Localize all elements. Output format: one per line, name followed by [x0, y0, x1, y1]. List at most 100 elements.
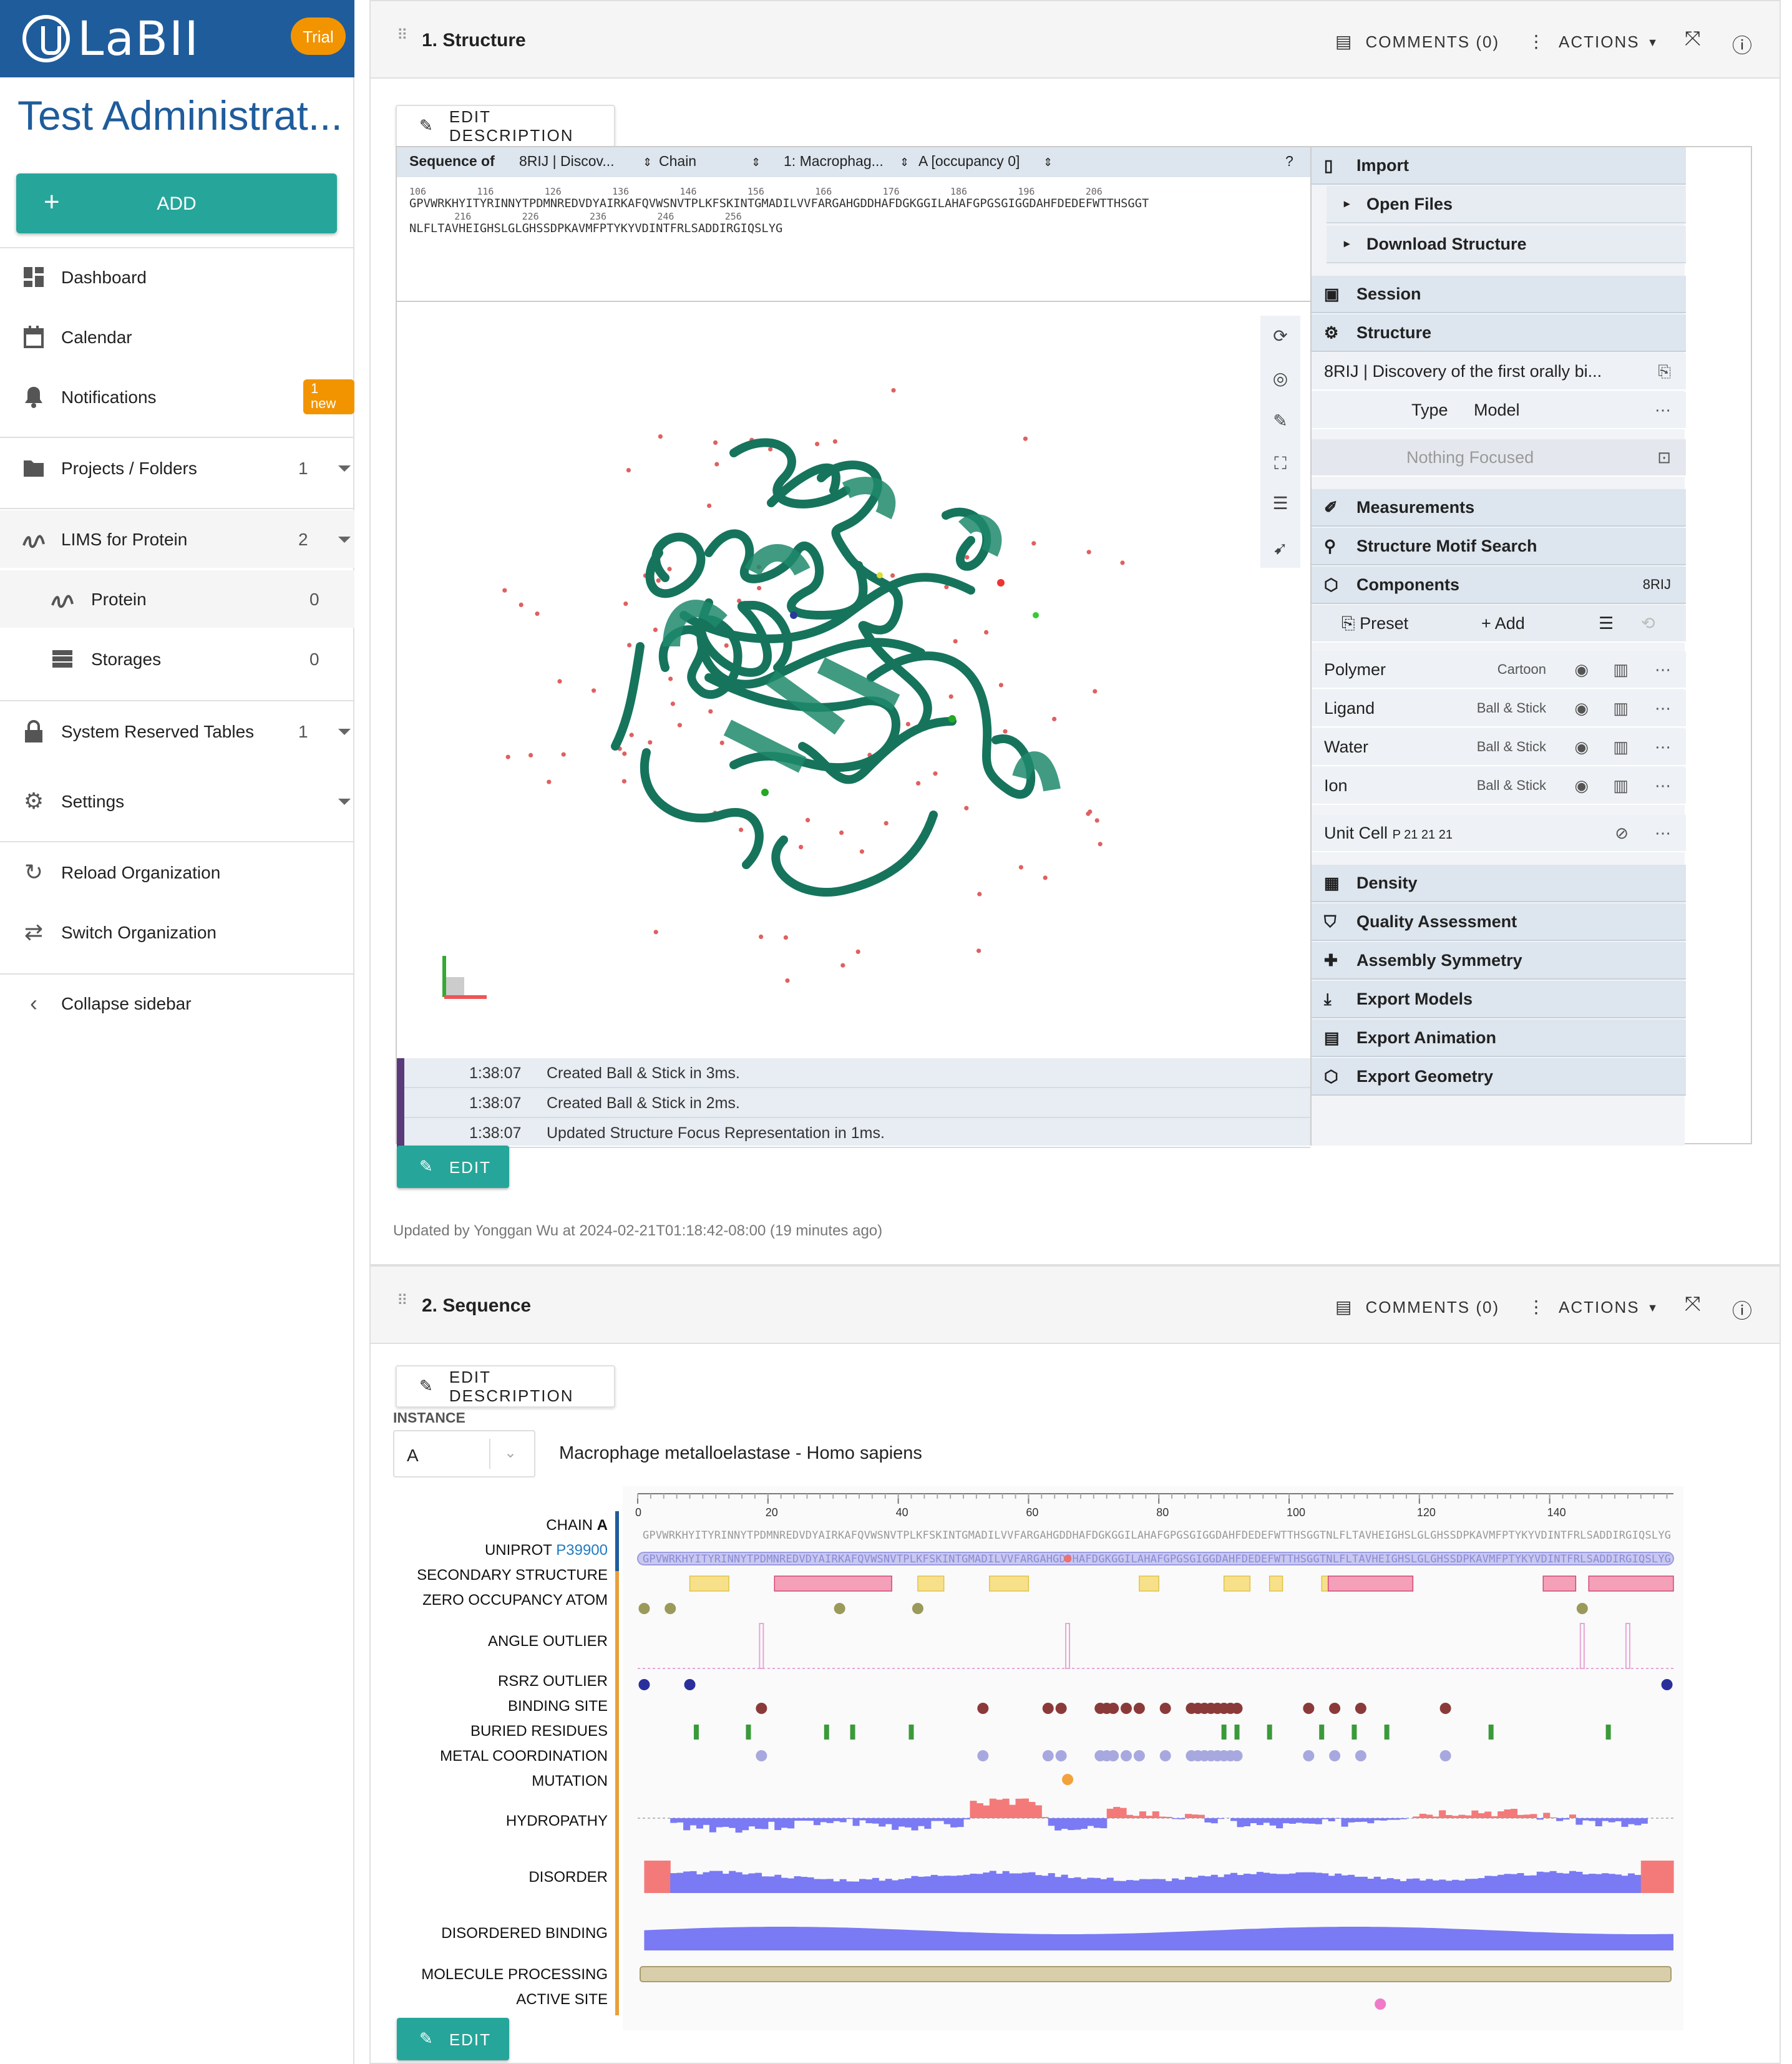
collapse-icon[interactable]: ⤧ — [1685, 1294, 1701, 1317]
nav-collapse-sidebar[interactable]: ‹ Collapse sidebar — [0, 975, 354, 1032]
hydropathy-bar — [1582, 1818, 1589, 1821]
chevron-down-icon[interactable] — [338, 798, 351, 804]
components-section[interactable]: ⬡ Components 8RIJ — [1312, 567, 1686, 604]
eye-icon[interactable]: ◉ — [1574, 698, 1589, 718]
more-horiz-icon[interactable]: ⋯ — [1655, 400, 1671, 420]
more-horiz-icon[interactable]: ⋯ — [1655, 823, 1671, 843]
measurements-section[interactable]: ✐ Measurements — [1312, 489, 1686, 527]
component-row[interactable]: Water Ball & Stick ◉ ▥ ⋯ — [1312, 729, 1686, 766]
structure-section[interactable]: ⚙ Structure — [1312, 314, 1686, 352]
structure-entry[interactable]: 8RIJ | Discovery of the first orally bi.… — [1312, 353, 1686, 391]
3d-canvas[interactable]: ⟳ ◎ ✎ ⛶ ☰ ➹ — [397, 303, 1310, 1089]
import-section[interactable]: ▯ Import — [1312, 147, 1686, 185]
nav-storages[interactable]: Storages 0 — [0, 630, 354, 688]
density-section[interactable]: ▦ Density — [1312, 865, 1686, 902]
trash-icon[interactable]: ▥ — [1613, 698, 1629, 718]
help-icon[interactable]: ? — [1285, 155, 1293, 170]
export-animation-section[interactable]: ▤ Export Animation — [1312, 1020, 1686, 1057]
hydropathy-bar — [1015, 1798, 1023, 1818]
nav-lims-protein[interactable]: LIMS for Protein 2 — [0, 510, 354, 568]
quality-section[interactable]: ⛉ Quality Assessment — [1312, 903, 1686, 941]
nav-calendar[interactable]: Calendar — [0, 308, 354, 366]
chevron-down-icon[interactable] — [338, 728, 351, 734]
edit-description-button[interactable]: ✎ EDIT DESCRIPTION — [396, 1365, 615, 1408]
open-files-item[interactable]: ▸ Open Files — [1327, 186, 1686, 223]
eye-icon[interactable]: ◉ — [1574, 660, 1589, 679]
history-icon[interactable]: ⟲ — [1641, 613, 1655, 633]
component-row[interactable]: Polymer Cartoon ◉ ▥ ⋯ — [1312, 651, 1686, 689]
nav-settings[interactable]: ⚙ Settings — [0, 772, 354, 830]
uniprot-link[interactable]: P39900 — [556, 1541, 608, 1559]
sequence-text[interactable]: 106 116 126 136 146 156 166 176 186 196 … — [397, 177, 1310, 302]
buried-residue-marker — [1605, 1725, 1611, 1740]
actions-button[interactable]: ⋮ ACTIONS ▼ — [1527, 1297, 1659, 1318]
unit-cell-row[interactable]: Unit Cell P 21 21 21 ⊘ ⋯ — [1312, 815, 1686, 852]
disorder-bar — [1250, 1874, 1257, 1893]
trash-icon[interactable]: ▥ — [1613, 660, 1629, 679]
help-icon[interactable]: ⓘ — [1732, 29, 1752, 59]
more-horiz-icon[interactable]: ⋯ — [1655, 698, 1671, 718]
drag-handle-icon[interactable]: ⠿ — [397, 27, 409, 49]
nav-protein[interactable]: Protein 0 — [0, 570, 354, 628]
axis-tick-label: 60 — [1026, 1506, 1038, 1519]
motif-search-section[interactable]: ⚲ Structure Motif Search — [1312, 528, 1686, 565]
export-geometry-section[interactable]: ⬡ Export Geometry — [1312, 1058, 1686, 1096]
edit-button[interactable]: ✎ EDIT — [397, 2018, 509, 2060]
add-component-button[interactable]: + Add — [1481, 614, 1525, 633]
actions-button[interactable]: ⋮ ACTIONS ▼ — [1527, 31, 1659, 52]
focus-icon[interactable]: ⊡ — [1657, 447, 1671, 467]
help-icon[interactable]: ⓘ — [1732, 1294, 1752, 1324]
nav-switch-org[interactable]: ⇄ Switch Organization — [0, 903, 354, 961]
focus-row[interactable]: Nothing Focused ⊡ — [1312, 439, 1686, 477]
chevron-down-icon[interactable] — [338, 536, 351, 542]
water-atom — [653, 627, 658, 633]
feature-viewer[interactable]: 0 20 40 60 80 100 120 140 GPVWRKHYITYRINNYTPDMNR… — [623, 1486, 1683, 2030]
bookmark-icon[interactable]: ⎘ — [1658, 361, 1671, 381]
trial-badge[interactable]: Trial — [291, 17, 346, 55]
more-horiz-icon[interactable]: ⋯ — [1655, 737, 1671, 757]
occupancy-select[interactable]: A [occupancy 0] — [918, 155, 1020, 170]
preset-button[interactable]: ⎘ Preset — [1342, 613, 1408, 633]
edit-button[interactable]: ✎ EDIT — [397, 1146, 509, 1188]
nav-reload-org[interactable]: ↻ Reload Organization — [0, 844, 354, 901]
wrench-icon[interactable]: ✎ — [1260, 401, 1300, 441]
instance-select[interactable]: A ⌄ — [393, 1430, 535, 1477]
eye-icon[interactable]: ◉ — [1574, 776, 1589, 796]
hydropathy-bar — [781, 1818, 788, 1828]
more-horiz-icon[interactable]: ⋯ — [1655, 776, 1671, 796]
collapse-icon[interactable]: ⤧ — [1685, 29, 1701, 51]
entry-select[interactable]: 8RIJ | Discov... — [519, 155, 615, 170]
sliders-icon[interactable]: ☰ — [1599, 613, 1614, 633]
comments-button[interactable]: ▤ COMMENTS (0) — [1335, 1297, 1499, 1318]
settings-sliders-icon[interactable]: ☰ — [1260, 483, 1300, 523]
eye-icon[interactable]: ◉ — [1574, 737, 1589, 757]
chain-select[interactable]: Chain — [659, 155, 696, 170]
nav-dashboard[interactable]: Dashboard — [0, 248, 354, 306]
drag-handle-icon[interactable]: ⠿ — [397, 1293, 409, 1314]
assembly-section[interactable]: ✚ Assembly Symmetry — [1312, 942, 1686, 980]
nav-notifications[interactable]: Notifications 1 new — [0, 368, 354, 426]
reset-camera-icon[interactable]: ⟳ — [1260, 316, 1300, 356]
more-horiz-icon[interactable]: ⋯ — [1655, 660, 1671, 679]
hydropathy-bar — [1289, 1818, 1297, 1824]
entity-select[interactable]: 1: Macrophag... — [784, 155, 884, 170]
nav-system-tables[interactable]: System Reserved Tables 1 — [0, 703, 354, 760]
export-models-section[interactable]: ⤓ Export Models — [1312, 981, 1686, 1018]
component-row[interactable]: Ion Ball & Stick ◉ ▥ ⋯ — [1312, 767, 1686, 805]
add-button[interactable]: + ADD — [16, 173, 337, 233]
trash-icon[interactable]: ▥ — [1613, 776, 1629, 796]
edit-description-button[interactable]: ✎ EDIT DESCRIPTION — [396, 105, 615, 147]
session-section[interactable]: ▣ Session — [1312, 276, 1686, 313]
comments-button[interactable]: ▤ COMMENTS (0) — [1335, 31, 1499, 52]
chevron-down-icon[interactable] — [338, 465, 351, 471]
eye-off-icon[interactable]: ⊘ — [1615, 823, 1629, 843]
labii-logo[interactable]: LaBII — [22, 11, 200, 66]
trash-icon[interactable]: ▥ — [1613, 737, 1629, 757]
component-row[interactable]: Ligand Ball & Stick ◉ ▥ ⋯ — [1312, 690, 1686, 728]
download-structure-item[interactable]: ▸ Download Structure — [1327, 226, 1686, 263]
type-row[interactable]: Type Model ⋯ — [1312, 392, 1686, 429]
screenshot-icon[interactable]: ◎ — [1260, 358, 1300, 398]
fullscreen-icon[interactable]: ⛶ — [1260, 443, 1300, 483]
select-cursor-icon[interactable]: ➹ — [1260, 528, 1300, 568]
nav-projects[interactable]: Projects / Folders 1 — [0, 439, 354, 497]
